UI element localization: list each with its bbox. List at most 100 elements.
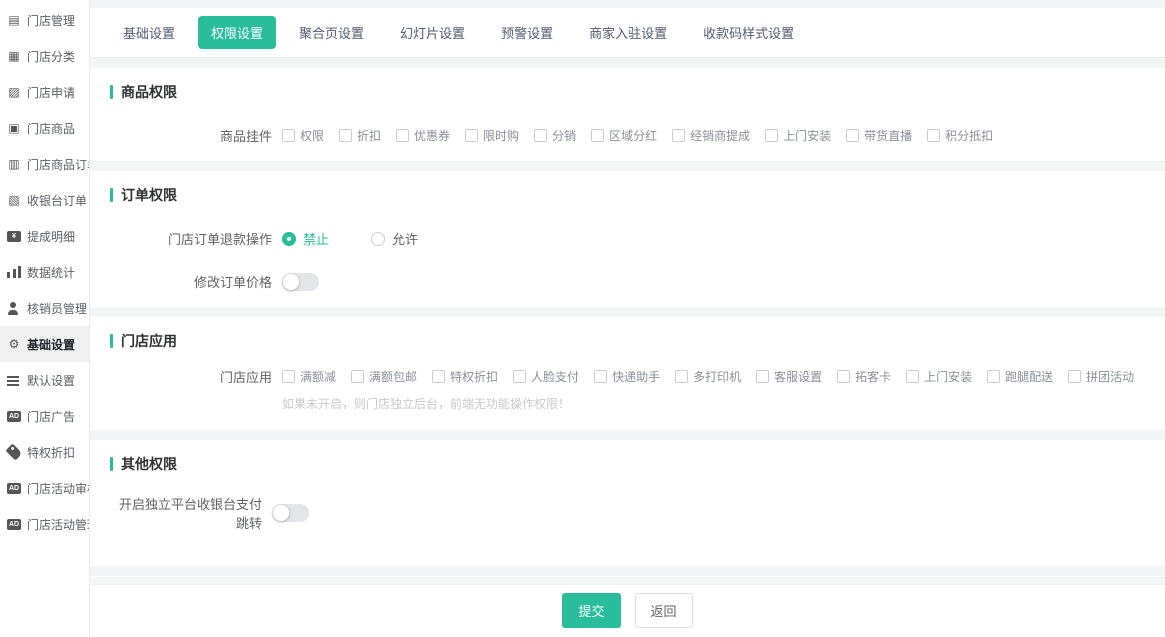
radio-label: 禁止 (303, 229, 329, 248)
checkbox-icon (594, 370, 607, 383)
sidebar-item-verifier-manage[interactable]: 核销员管理 (0, 290, 89, 326)
sidebar-item-label: 门店活动审核 (27, 480, 89, 497)
product-widget-label: 商品挂件 (110, 126, 272, 145)
store-manage-icon: ▤ (7, 13, 21, 27)
product-checkbox-3[interactable]: 限时购 (465, 127, 519, 144)
store-app-hint: 如果未开启，则门店独立后台，前端无功能操作权限！ (282, 395, 1145, 412)
store-app-checkbox-9[interactable]: 跑腿配送 (987, 368, 1053, 385)
product-checkbox-6[interactable]: 经销商提成 (672, 127, 750, 144)
checkbox-label: 积分抵扣 (945, 127, 993, 144)
product-checkbox-7[interactable]: 上门安装 (765, 127, 831, 144)
store-app-label: 门店应用 (110, 367, 272, 386)
checkbox-icon (282, 129, 295, 142)
ad-icon: AD (7, 411, 21, 422)
checkbox-label: 多打印机 (693, 368, 741, 385)
sidebar-item-label: 基础设置 (27, 336, 75, 353)
sidebar-item-label: 门店商品订单 (27, 156, 89, 173)
product-checkbox-0[interactable]: 权限 (282, 127, 324, 144)
tab-merchant-entry[interactable]: 商家入驻设置 (576, 16, 680, 49)
sidebar-item-store-activity-manage[interactable]: AD门店活动管理 (0, 506, 89, 542)
sidebar-item-default-settings[interactable]: 默认设置 (0, 362, 89, 398)
sidebar-item-label: 提成明细 (27, 228, 75, 245)
store-app-checkbox-0[interactable]: 满额减 (282, 368, 336, 385)
refund-operation-label: 门店订单退款操作 (110, 229, 272, 248)
store-app-checkbox-1[interactable]: 满额包邮 (351, 368, 417, 385)
modify-order-price-toggle[interactable] (282, 273, 319, 291)
store-app-checkbox-2[interactable]: 特权折扣 (432, 368, 498, 385)
tab-aggregate-page[interactable]: 聚合页设置 (286, 16, 377, 49)
tab-basic[interactable]: 基础设置 (110, 16, 188, 49)
sidebar-item-store-category[interactable]: ▦ 门店分类 (0, 38, 89, 74)
section-title-text: 商品权限 (121, 82, 177, 102)
radio-icon (282, 232, 296, 246)
store-app-checkbox-4[interactable]: 快递助手 (594, 368, 660, 385)
sidebar-item-label: 门店分类 (27, 48, 75, 65)
commission-icon: ¥ (7, 231, 21, 242)
product-checkbox-8[interactable]: 带货直播 (846, 127, 912, 144)
section-other-permissions: 其他权限 开启独立平台收银台支付跳转 (90, 440, 1165, 566)
sidebar-item-label: 门店管理 (27, 12, 75, 29)
checkbox-icon (675, 370, 688, 383)
refund-radio-0[interactable]: 禁止 (282, 229, 329, 248)
product-checkbox-9[interactable]: 积分抵扣 (927, 127, 993, 144)
sidebar-item-privilege-discount[interactable]: 特权折扣 (0, 434, 89, 470)
checkbox-icon (1068, 370, 1081, 383)
verifier-icon (7, 302, 21, 315)
tab-payment-code-style[interactable]: 收款码样式设置 (690, 16, 807, 49)
sidebar-item-label: 数据统计 (27, 264, 75, 281)
checkbox-label: 权限 (300, 127, 324, 144)
category-icon: ▦ (7, 49, 21, 63)
discount-icon (6, 444, 23, 461)
product-checkbox-5[interactable]: 区域分红 (591, 127, 657, 144)
sidebar-item-store-goods[interactable]: ▣门店商品 (0, 110, 89, 146)
store-app-checkbox-7[interactable]: 拓客卡 (837, 368, 891, 385)
product-checkbox-1[interactable]: 折扣 (339, 127, 381, 144)
store-app-checkbox-3[interactable]: 人脸支付 (513, 368, 579, 385)
statistics-icon (7, 266, 21, 278)
store-app-checkbox-5[interactable]: 多打印机 (675, 368, 741, 385)
checkbox-label: 经销商提成 (690, 127, 750, 144)
main-content: 基础设置权限设置聚合页设置幻灯片设置预警设置商家入驻设置收款码样式设置 商品权限… (90, 0, 1165, 637)
store-app-checkbox-10[interactable]: 拼团活动 (1068, 368, 1134, 385)
product-widget-checkbox-group: 权限折扣优惠券限时购分销区域分红 经销商提成上门安装带货直播 积分抵扣 (282, 127, 993, 144)
checkbox-icon (351, 370, 364, 383)
checkbox-label: 满额减 (300, 368, 336, 385)
sidebar-item-store-activity-review[interactable]: AD门店活动审核 (0, 470, 89, 506)
section-title-other: 其他权限 (110, 454, 1145, 474)
store-app-checkbox-8[interactable]: 上门安装 (906, 368, 972, 385)
sidebar-item-data-statistics[interactable]: 数据统计 (0, 254, 89, 290)
tab-bar: 基础设置权限设置聚合页设置幻灯片设置预警设置商家入驻设置收款码样式设置 (90, 8, 1165, 58)
section-title-text: 其他权限 (121, 454, 177, 474)
sidebar-item-commission-detail[interactable]: ¥ 提成明细 (0, 218, 89, 254)
goods-icon: ▣ (7, 121, 21, 135)
section-title-bar (110, 85, 113, 99)
sidebar-item-label: 默认设置 (27, 372, 75, 389)
sidebar-menu: ▤ 门店管理 ▦ 门店分类 ▨门店申请▣门店商品▥门店商品订单▧收银台订单 ¥ 提成明细数据… (0, 2, 89, 542)
sidebar-item-store-manage[interactable]: ▤ 门店管理 (0, 2, 89, 38)
checkbox-icon (534, 129, 547, 142)
back-button[interactable]: 返回 (635, 593, 693, 628)
store-app-checkbox-6[interactable]: 客服设置 (756, 368, 822, 385)
tab-permission[interactable]: 权限设置 (198, 16, 276, 49)
refund-radio-1[interactable]: 允许 (371, 229, 418, 248)
checkbox-label: 人脸支付 (531, 368, 579, 385)
section-title-product: 商品权限 (110, 82, 1145, 102)
sidebar-item-label: 特权折扣 (27, 444, 75, 461)
tab-warning[interactable]: 预警设置 (488, 16, 566, 49)
independent-cashier-toggle[interactable] (272, 504, 309, 522)
submit-button[interactable]: 提交 (562, 593, 620, 628)
checkbox-label: 跑腿配送 (1005, 368, 1053, 385)
sidebar-item-cashier-orders[interactable]: ▧收银台订单 (0, 182, 89, 218)
sidebar-item-label: 核销员管理 (27, 300, 87, 317)
tab-slideshow[interactable]: 幻灯片设置 (387, 16, 478, 49)
product-checkbox-2[interactable]: 优惠券 (396, 127, 450, 144)
sidebar-item-basic-settings[interactable]: ⚙基础设置 (0, 326, 89, 362)
sidebar-item-store-ads[interactable]: AD门店广告 (0, 398, 89, 434)
checkbox-label: 拓客卡 (855, 368, 891, 385)
sidebar-item-store-apply[interactable]: ▨门店申请 (0, 74, 89, 110)
product-checkbox-4[interactable]: 分销 (534, 127, 576, 144)
checkbox-icon (339, 129, 352, 142)
checkbox-icon (396, 129, 409, 142)
sidebar-item-store-goods-orders[interactable]: ▥门店商品订单 (0, 146, 89, 182)
top-gap (90, 0, 1165, 8)
